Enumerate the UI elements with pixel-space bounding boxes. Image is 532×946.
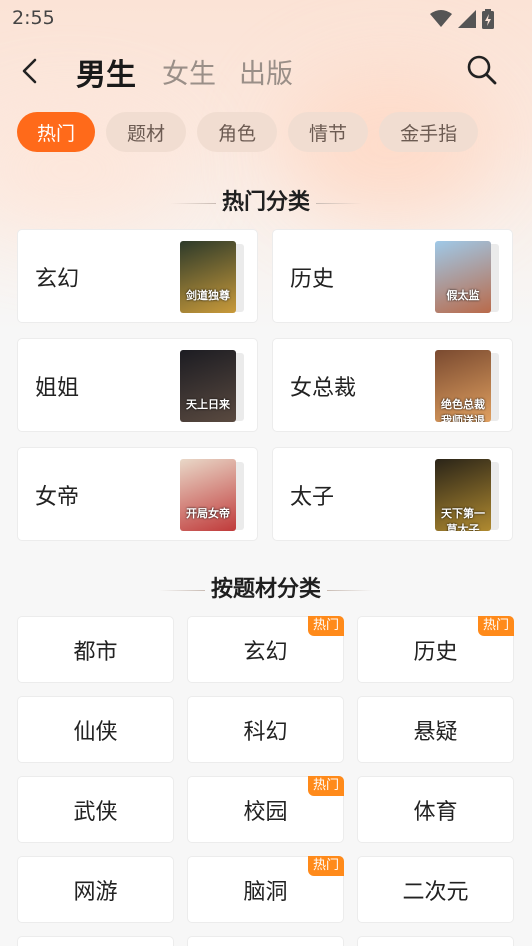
topic-label: 二次元 xyxy=(402,879,469,905)
book-cover-title: 开局女帝 xyxy=(186,507,230,520)
book-cover-image: 天下第一 草太子 xyxy=(435,459,491,531)
hot-section-title: 热门分类 xyxy=(0,184,532,216)
status-time: 2:55 xyxy=(12,7,55,29)
book-cover-title: 假太监 xyxy=(446,289,480,302)
tab-publish[interactable]: 出版 xyxy=(239,52,293,91)
hot-category-card[interactable]: 太子天下第一 草太子 xyxy=(272,447,513,541)
hot-category-name: 历史 xyxy=(290,267,335,292)
status-bar: 2:55 xyxy=(0,0,532,38)
topic-item[interactable]: 玄幻 热门 xyxy=(187,616,344,683)
topic-item[interactable]: 二次元 xyxy=(357,856,514,923)
topic-item[interactable]: 校园 热门 xyxy=(187,776,344,843)
book-cover-title: 绝色总裁 我师送退 xyxy=(441,398,485,422)
topic-item[interactable]: 历史 热门 xyxy=(357,616,514,683)
topic-label: 历史 xyxy=(413,639,458,665)
topic-item[interactable]: 武侠 xyxy=(17,776,174,843)
topic-item[interactable]: 网游 xyxy=(17,856,174,923)
hot-badge: 热门 xyxy=(307,616,344,636)
search-icon[interactable] xyxy=(466,54,498,86)
chip-hot[interactable]: 热门 xyxy=(17,112,96,152)
topic-item[interactable]: 体育 xyxy=(357,776,514,843)
book-cover-title: 剑道独尊 xyxy=(186,289,230,302)
topic-label: 悬疑 xyxy=(413,719,458,745)
topic-label: 都市 xyxy=(73,639,118,665)
topic-item-partial[interactable] xyxy=(187,936,344,946)
battery-icon xyxy=(482,9,494,29)
hot-category-card[interactable]: 姐姐天上日来 xyxy=(17,338,258,432)
book-cover-title: 天下第一 草太子 xyxy=(441,507,485,531)
chip-topic[interactable]: 题材 xyxy=(106,112,187,152)
book-cover-title: 天上日来 xyxy=(186,398,230,411)
topic-item[interactable]: 都市 xyxy=(17,616,174,683)
topic-item-partial[interactable] xyxy=(357,936,514,946)
topic-section-title-text: 按题材分类 xyxy=(210,577,321,602)
topic-label: 科幻 xyxy=(243,719,288,745)
hot-badge: 热门 xyxy=(477,616,514,636)
hot-badge: 热门 xyxy=(307,776,344,796)
topic-item[interactable]: 仙侠 xyxy=(17,696,174,763)
tab-female[interactable]: 女生 xyxy=(162,52,216,91)
topic-label: 武侠 xyxy=(73,799,118,825)
topic-label: 仙侠 xyxy=(73,719,118,745)
topic-label: 网游 xyxy=(73,879,118,905)
topic-item[interactable]: 脑洞 热门 xyxy=(187,856,344,923)
hot-category-name: 玄幻 xyxy=(35,267,80,292)
book-cover-image: 绝色总裁 我师送退 xyxy=(435,350,491,422)
book-cover-image: 剑道独尊 xyxy=(180,241,236,313)
hot-category-name: 女总裁 xyxy=(290,376,357,401)
topic-item-partial[interactable] xyxy=(17,936,174,946)
topic-label: 玄幻 xyxy=(243,639,288,665)
book-cover-image: 假太监 xyxy=(435,241,491,313)
hot-category-card[interactable]: 女帝开局女帝 xyxy=(17,447,258,541)
signal-icon xyxy=(458,10,476,28)
back-arrow-icon[interactable] xyxy=(16,56,46,86)
topic-item[interactable]: 科幻 xyxy=(187,696,344,763)
book-cover-image: 开局女帝 xyxy=(180,459,236,531)
chip-cheat[interactable]: 金手指 xyxy=(379,112,479,152)
hot-category-card[interactable]: 历史假太监 xyxy=(272,229,513,323)
topic-label: 脑洞 xyxy=(243,879,288,905)
topic-section-title: 按题材分类 xyxy=(0,571,532,603)
topic-item[interactable]: 悬疑 xyxy=(357,696,514,763)
hot-category-name: 太子 xyxy=(290,485,335,510)
hot-category-name: 姐姐 xyxy=(35,376,80,401)
hot-badge: 热门 xyxy=(307,856,344,876)
wifi-icon xyxy=(430,10,452,27)
filter-chips: 热门 题材 角色 情节 金手指 xyxy=(17,112,479,152)
hot-category-name: 女帝 xyxy=(35,485,80,510)
chip-plot[interactable]: 情节 xyxy=(288,112,369,152)
hot-category-card[interactable]: 玄幻剑道独尊 xyxy=(17,229,258,323)
hot-category-card[interactable]: 女总裁绝色总裁 我师送退 xyxy=(272,338,513,432)
chip-role[interactable]: 角色 xyxy=(197,112,278,152)
topic-label: 体育 xyxy=(413,799,458,825)
book-cover-image: 天上日来 xyxy=(180,350,236,422)
topic-label: 校园 xyxy=(243,799,288,825)
top-nav: 男生 女生 出版 xyxy=(0,44,532,100)
hot-section-title-text: 热门分类 xyxy=(221,190,310,215)
tab-male[interactable]: 男生 xyxy=(76,50,136,94)
